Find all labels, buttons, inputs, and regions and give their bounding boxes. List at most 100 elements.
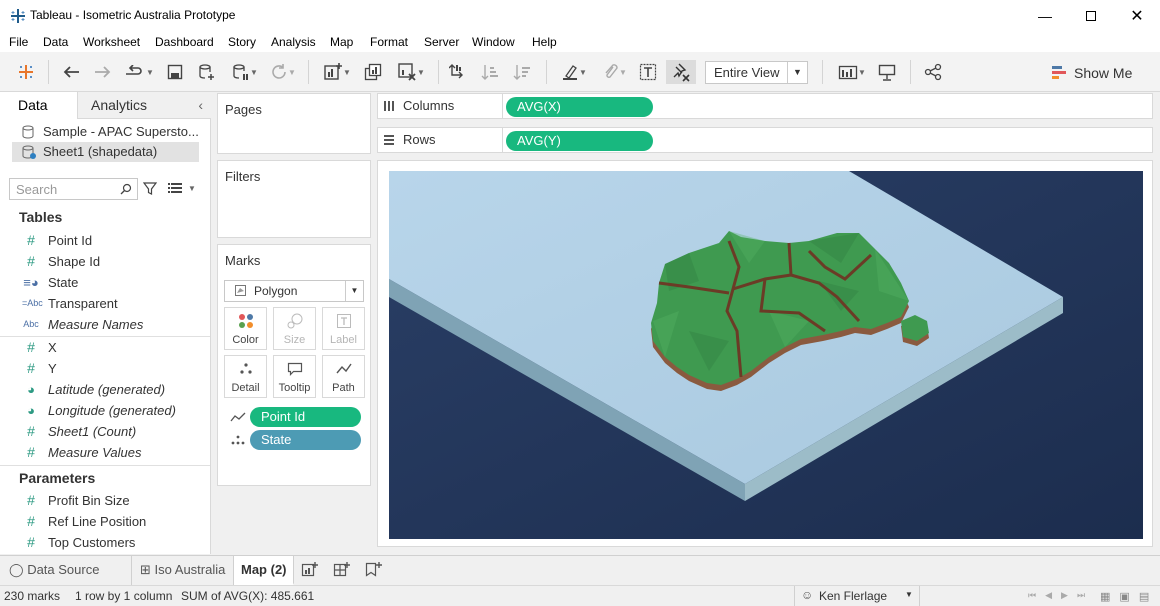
columns-shelf[interactable]: Columns AVG(X) [377,93,1153,119]
tableau-home-icon[interactable] [14,60,38,84]
field-sheet-count[interactable]: # Sheet1 (Count) [0,421,210,442]
field-y[interactable]: # Y [0,358,210,379]
field-state[interactable]: ≡◕ State [0,272,210,293]
mark-type-dropdown[interactable]: Polygon ▼ [224,280,364,302]
menu-story[interactable]: Story [228,35,256,49]
maximize-button[interactable] [1068,0,1114,32]
color-button[interactable]: Color [224,307,267,350]
clear-sheet-icon[interactable]: ▼ [392,60,430,84]
sheet-sorter-icon[interactable]: ▦ [1100,590,1110,603]
number-icon: # [27,534,35,550]
menu-file[interactable]: File [9,35,28,49]
menu-window[interactable]: Window [472,35,515,49]
tab-data[interactable]: Data [0,92,78,119]
avg-x-pill[interactable]: AVG(X) [506,97,653,117]
menu-map[interactable]: Map [330,35,353,49]
field-measure-names[interactable]: Abc Measure Names [0,314,210,335]
detail-button[interactable]: Detail [224,355,267,398]
pause-auto-updates-icon[interactable]: ▼ [227,60,263,84]
redo-icon[interactable] [92,60,114,84]
menu-server[interactable]: Server [424,35,459,49]
field-shape-id[interactable]: # Shape Id [0,251,210,272]
swap-rows-columns-icon[interactable] [447,60,469,84]
show-cards-icon[interactable]: ▼ [834,60,870,84]
fix-axes-icon[interactable] [666,60,696,84]
status-marks: 230 marks [4,589,61,603]
data-source-label: Sheet1 (shapedata) [43,144,158,159]
save-icon[interactable] [164,60,186,84]
new-worksheet-tab-icon[interactable] [298,556,326,585]
tab-iso-australia[interactable]: ⊞ Iso Australia [132,556,234,585]
rows-shelf[interactable]: Rows AVG(Y) [377,127,1153,153]
menu-format[interactable]: Format [370,35,408,49]
filter-icon[interactable] [143,182,157,196]
menu-help[interactable]: Help [532,35,557,49]
param-top-customers[interactable]: # Top Customers [0,532,210,553]
avg-y-pill[interactable]: AVG(Y) [506,131,653,151]
new-story-tab-icon[interactable] [362,556,390,585]
menu-data[interactable]: Data [43,35,68,49]
pages-card[interactable]: Pages [217,93,371,154]
group-members-icon[interactable]: ▼ [596,60,632,84]
new-worksheet-icon[interactable]: ▼ [318,60,356,84]
filmstrip-icon[interactable]: ▣ [1119,590,1129,603]
minimize-button[interactable]: — [1022,0,1068,32]
data-source-item[interactable]: Sheet1 (shapedata) [12,142,199,162]
collapse-pane-icon[interactable]: ‹ [198,92,203,119]
filters-card[interactable]: Filters [217,160,371,238]
param-profit-bin-size[interactable]: # Profit Bin Size [0,490,210,511]
presentation-mode-icon[interactable] [875,60,899,84]
label-button[interactable]: Label [322,307,365,350]
field-longitude[interactable]: ◕ Longitude (generated) [0,400,210,421]
search-input[interactable]: Search [9,178,138,200]
new-dashboard-tab-icon[interactable] [330,556,358,585]
param-ref-line-position[interactable]: # Ref Line Position [0,511,210,532]
show-me-button[interactable]: Show Me [1052,62,1132,84]
share-icon[interactable] [921,60,945,84]
sort-descending-icon[interactable] [511,60,533,84]
tooltip-button[interactable]: Tooltip [273,355,316,398]
close-button[interactable]: ✕ [1114,0,1160,32]
tab-analytics[interactable]: Analytics ‹ [78,92,211,119]
prev-sheet-icon[interactable]: ◀ [1045,590,1052,601]
columns-icon [384,100,394,111]
show-mark-labels-icon[interactable] [637,60,659,84]
undo-icon[interactable] [60,60,82,84]
field-x[interactable]: # X [0,337,210,358]
refresh-icon[interactable]: ▼ [265,60,301,84]
data-source-item[interactable]: Sample - APAC Supersto... [12,122,199,142]
tabs-icon[interactable]: ▤ [1139,590,1149,603]
menu-analysis[interactable]: Analysis [271,35,316,49]
view-options-icon[interactable]: ▼ [168,182,196,194]
menu-dashboard[interactable]: Dashboard [155,35,214,49]
highlight-icon[interactable]: ▼ [556,60,592,84]
size-button[interactable]: Size [273,307,316,350]
tab-map-2[interactable]: Map (2) [234,556,294,585]
first-sheet-icon[interactable]: ⏮ [1028,590,1036,601]
field-latitude[interactable]: ◕ Latitude (generated) [0,379,210,400]
last-sheet-icon[interactable]: ⏭ [1077,590,1085,601]
point-id-pill[interactable]: Point Id [250,407,361,427]
replay-icon[interactable]: ▼ [121,60,157,84]
fit-dropdown[interactable]: Entire View ▼ [705,61,808,84]
field-point-id[interactable]: # Point Id [0,230,210,251]
globe-icon: ◕ [27,382,35,397]
isometric-map-view[interactable] [389,171,1143,539]
duplicate-sheet-icon[interactable] [361,60,385,84]
path-button[interactable]: Path [322,355,365,398]
next-sheet-icon[interactable]: ▶ [1061,590,1068,601]
field-measure-values[interactable]: # Measure Values [0,442,210,463]
new-data-source-icon[interactable] [196,60,218,84]
view-toggles[interactable]: ▦ ▣ ▤ [1100,590,1149,603]
menu-worksheet[interactable]: Worksheet [83,35,140,49]
status-rows-cols: 1 row by 1 column [75,589,173,603]
sheet-navigation[interactable]: ⏮ ◀ ▶ ⏭ [1028,590,1085,601]
state-pill[interactable]: State [250,430,361,450]
user-menu[interactable]: ☺ Ken Flerlage ▼ [794,586,920,606]
sort-ascending-icon[interactable] [479,60,501,84]
marks-title: Marks [225,253,261,268]
data-source-icon [22,125,34,139]
field-transparent[interactable]: =Abc Transparent [0,293,210,314]
tab-data-source[interactable]: ◯ Data Source [0,556,132,585]
menu-bar: File Data Worksheet Dashboard Story Anal… [0,32,1160,52]
